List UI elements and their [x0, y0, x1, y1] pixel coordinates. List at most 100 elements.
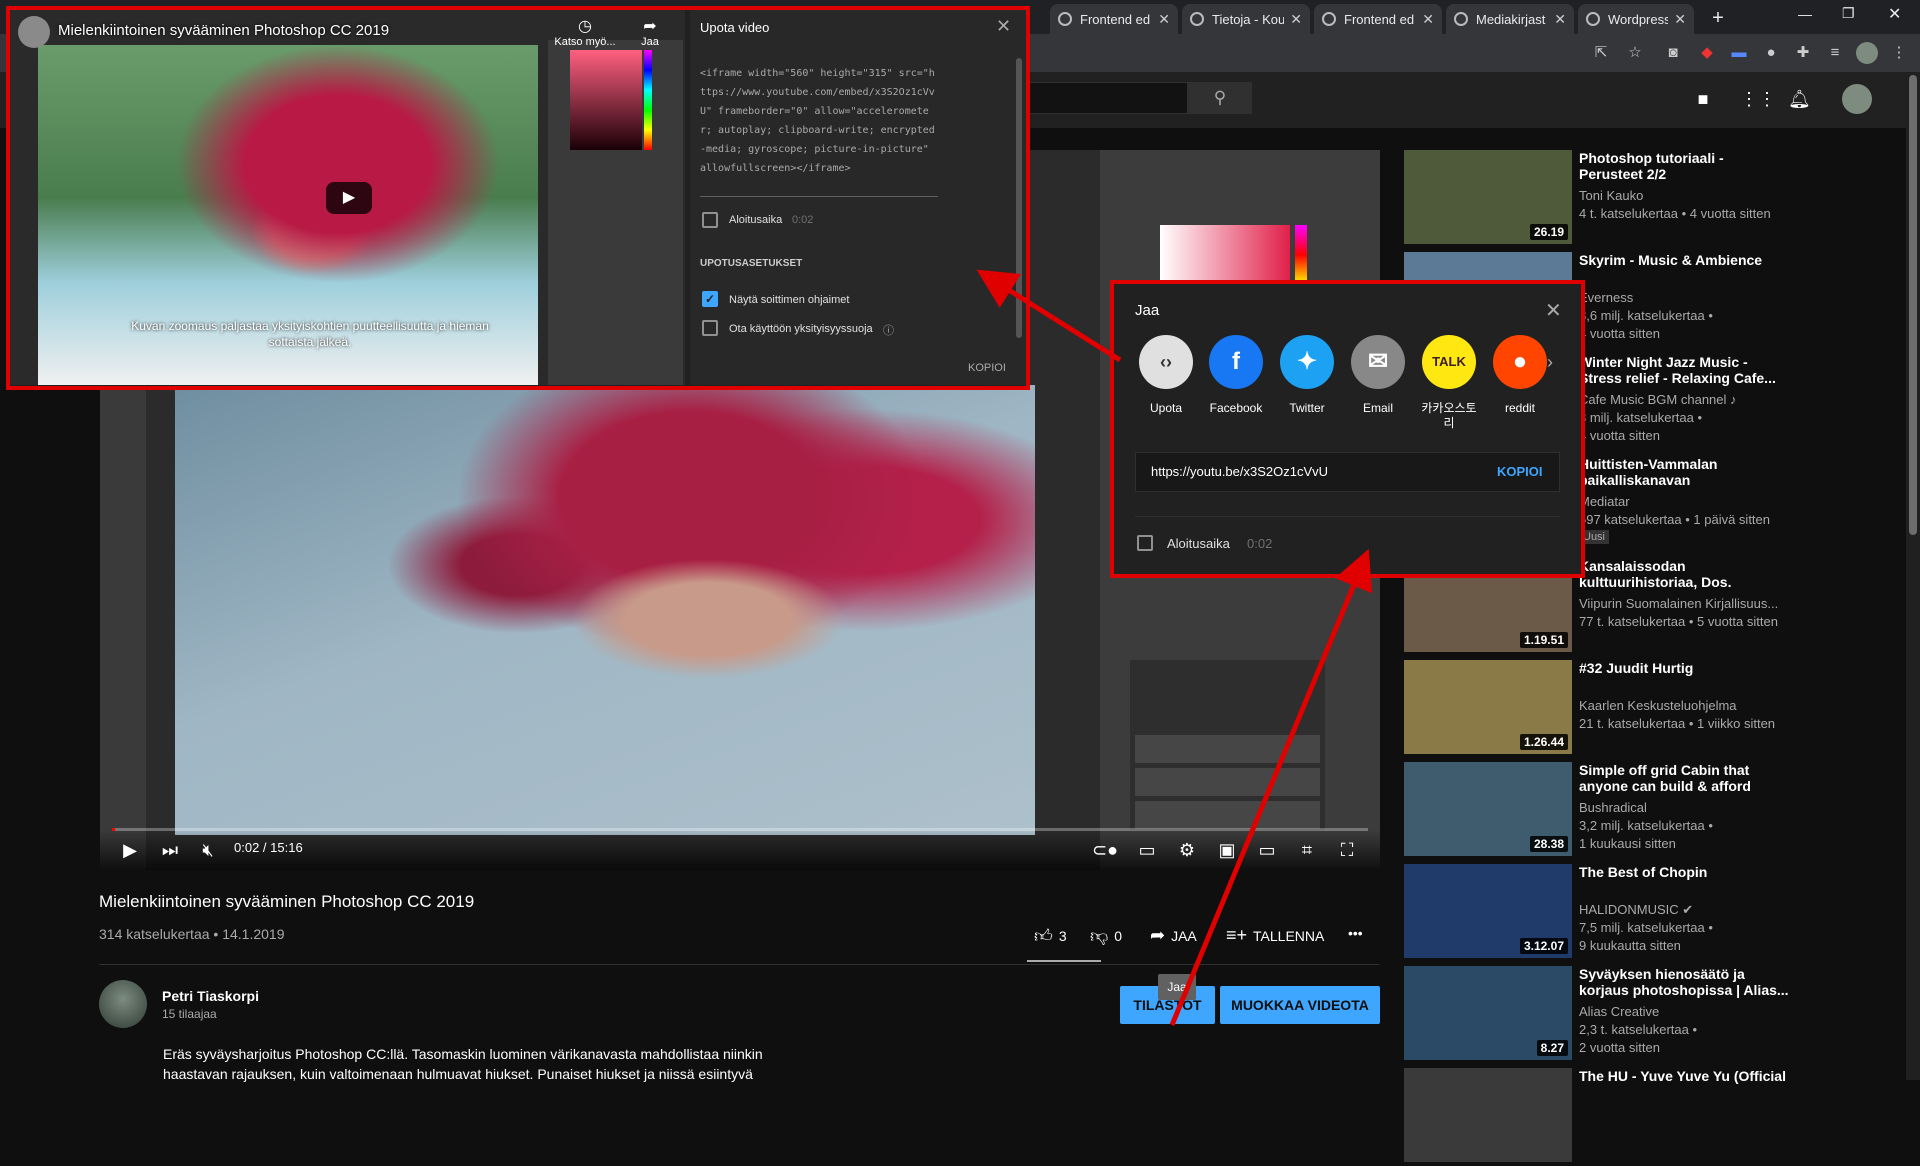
restore-icon[interactable]: ❐: [1842, 5, 1855, 22]
search-input[interactable]: [1020, 82, 1188, 114]
minimize-icon[interactable]: —: [1798, 6, 1812, 22]
recommendation-title[interactable]: Syväyksen hienosäätö ja korjaus photosho…: [1579, 966, 1789, 998]
next-icon[interactable]: ⏭: [158, 838, 182, 862]
close-icon[interactable]: ✕: [1674, 11, 1686, 28]
browser-tab[interactable]: Frontend ed ✕: [1314, 4, 1442, 34]
channel-avatar[interactable]: [99, 980, 147, 1028]
browser-tab[interactable]: Tietoja - Kou ✕: [1182, 4, 1310, 34]
recommendation-channel[interactable]: Cafe Music BGM channel ♪: [1579, 392, 1737, 407]
share-target-reddit[interactable]: ● reddit: [1487, 335, 1553, 416]
share-button[interactable]: ➦ JAA: [1150, 925, 1197, 946]
recommendation-channel[interactable]: Bushradical: [1579, 800, 1647, 815]
autoplay-toggle[interactable]: ⊂●: [1090, 838, 1120, 862]
share-target-upota[interactable]: ‹› Upota: [1133, 335, 1199, 416]
shield-extension-icon[interactable]: ●: [1762, 44, 1780, 62]
share-start-time[interactable]: 0:02: [1247, 536, 1272, 551]
recommendation-channel[interactable]: Toni Kauko: [1579, 188, 1643, 203]
recommendation-channel[interactable]: Everness: [1579, 290, 1633, 305]
recommendation-item[interactable]: 8.27 Syväyksen hienosäätö ja korjaus phot…: [1404, 966, 1904, 1064]
close-icon[interactable]: ✕: [1545, 298, 1562, 323]
close-icon[interactable]: ✕: [1422, 11, 1434, 28]
embed-code-textarea[interactable]: <iframe width="560" height="315" src="ht…: [700, 64, 938, 178]
browser-tab[interactable]: Wordpress ✕: [1578, 4, 1694, 34]
recommendation-channel[interactable]: HALIDONMUSIC ✔: [1579, 902, 1693, 918]
fullscreen-icon[interactable]: ⛶: [1334, 838, 1360, 862]
account-avatar[interactable]: [1842, 84, 1872, 114]
recommendation-item[interactable]: The HU - Yuve Yuve Yu (Official: [1404, 1068, 1904, 1166]
media-queue-icon[interactable]: ≡: [1826, 44, 1844, 62]
recommendation-title[interactable]: Huittisten-Vammalan paikalliskanavan uud…: [1579, 456, 1789, 490]
create-video-icon[interactable]: ■: [1692, 88, 1714, 110]
recommendation-title[interactable]: Skyrim - Music & Ambience: [1579, 252, 1789, 268]
notifications-bell-icon[interactable]: 🔔︎: [1788, 88, 1811, 110]
mute-icon[interactable]: 🔇︎: [196, 838, 220, 862]
recommendation-item[interactable]: 26.19 Photoshop tutoriaali - Perusteet 2/…: [1404, 150, 1904, 248]
close-icon[interactable]: ✕: [996, 16, 1011, 37]
privacy-mode-checkbox[interactable]: [702, 320, 718, 336]
share-copy-button[interactable]: KOPIOI: [1497, 464, 1543, 479]
dislike-button[interactable]: 👎︎ 0: [1090, 925, 1122, 947]
browser-menu-icon[interactable]: ⋮: [1890, 44, 1908, 62]
share-url-text[interactable]: https://youtu.be/x3S2Oz1cVvU: [1151, 464, 1328, 479]
cast-icon[interactable]: ⌗: [1294, 838, 1320, 862]
subtitles-icon[interactable]: ▭: [1134, 838, 1160, 862]
settings-gear-icon[interactable]: ⚙: [1174, 838, 1200, 862]
browser-tab[interactable]: Mediakirjast ✕: [1446, 4, 1574, 34]
video-thumbnail[interactable]: 3.12.07: [1404, 864, 1572, 958]
window-close-icon[interactable]: ✕: [1888, 4, 1901, 24]
recommendation-channel[interactable]: Kaarlen Keskusteluohjelma: [1579, 698, 1737, 713]
recommendation-title[interactable]: Simple off grid Cabin that anyone can bu…: [1579, 762, 1789, 794]
video-thumbnail[interactable]: [1404, 1068, 1572, 1162]
apps-grid-icon[interactable]: ⋮⋮: [1740, 88, 1776, 110]
recommendation-title[interactable]: The Best of Chopin: [1579, 864, 1789, 880]
edit-video-button[interactable]: MUOKKAA VIDEOTA: [1220, 986, 1380, 1024]
recommendation-title[interactable]: #32 Juudit Hurtig: [1579, 660, 1789, 676]
channel-name[interactable]: Petri Tiaskorpi: [162, 988, 259, 1004]
recommendation-title[interactable]: The HU - Yuve Yuve Yu (Official: [1579, 1068, 1789, 1084]
video-thumbnail[interactable]: 28.38: [1404, 762, 1572, 856]
embed-start-checkbox[interactable]: [702, 212, 718, 228]
show-controls-checkbox[interactable]: ✓: [702, 291, 718, 307]
browser-tab[interactable]: Frontend ed ✕: [1050, 4, 1178, 34]
progress-bar[interactable]: [112, 828, 1368, 831]
open-in-new-icon[interactable]: ⇱: [1592, 44, 1610, 62]
puzzle-icon[interactable]: ✚: [1794, 44, 1812, 62]
search-button[interactable]: ⚲: [1188, 82, 1252, 114]
star-icon[interactable]: ☆: [1626, 44, 1644, 62]
embed-panel-scrollbar[interactable]: [1016, 58, 1022, 338]
new-tab-button[interactable]: +: [1706, 6, 1730, 30]
theater-mode-icon[interactable]: ▭: [1254, 838, 1280, 862]
recommendation-item[interactable]: 3.12.07 The Best of Chopin HALIDONMUSIC ✔ 7…: [1404, 864, 1904, 962]
share-start-checkbox[interactable]: [1137, 535, 1153, 551]
watch-later-button[interactable]: ◷ Katso myö...: [545, 16, 625, 48]
recommendation-title[interactable]: Kansalaissodan kulttuurihistoriaa, Dos. …: [1579, 558, 1789, 592]
play-icon[interactable]: ▶: [118, 838, 142, 862]
save-button[interactable]: ≡+ TALLENNA: [1226, 925, 1324, 946]
more-actions-button[interactable]: •••: [1348, 925, 1363, 941]
pdf-extension-icon[interactable]: ◆: [1698, 44, 1716, 62]
extension-icon[interactable]: ▬: [1730, 44, 1748, 62]
close-icon[interactable]: ✕: [1554, 11, 1566, 28]
embed-start-time[interactable]: 0:02: [792, 214, 813, 226]
camera-extension-icon[interactable]: ◙: [1664, 44, 1682, 62]
profile-avatar[interactable]: [1856, 42, 1878, 64]
recommendation-channel[interactable]: Viipurin Suomalainen Kirjallisuus...: [1579, 596, 1778, 611]
recommendation-title[interactable]: Winter Night Jazz Music - Stress relief …: [1579, 354, 1789, 386]
embed-share-button[interactable]: ➦ Jaa: [630, 16, 670, 48]
recommendation-item[interactable]: 28.38 Simple off grid Cabin that anyone c…: [1404, 762, 1904, 860]
recommendation-channel[interactable]: Mediatar: [1579, 494, 1630, 509]
like-button[interactable]: 👍︎ 3: [1034, 925, 1067, 947]
chevron-right-icon[interactable]: ›: [1547, 352, 1553, 373]
video-thumbnail[interactable]: 8.27: [1404, 966, 1572, 1060]
video-thumbnail[interactable]: 1.26.44: [1404, 660, 1572, 754]
info-icon[interactable]: ⓘ: [883, 322, 894, 338]
embed-copy-button[interactable]: KOPIOI: [968, 362, 1006, 374]
share-target-카카오스토리[interactable]: TALK 카카오스토리: [1416, 335, 1482, 431]
share-target-facebook[interactable]: f Facebook: [1203, 335, 1269, 416]
close-icon[interactable]: ✕: [1290, 11, 1302, 28]
recommendation-title[interactable]: Photoshop tutoriaali - Perusteet 2/2: [1579, 150, 1789, 182]
close-icon[interactable]: ✕: [1158, 11, 1170, 28]
embed-play-button[interactable]: ▶: [326, 182, 372, 214]
share-target-twitter[interactable]: ✦ Twitter: [1274, 335, 1340, 416]
share-target-email[interactable]: ✉ Email: [1345, 335, 1411, 416]
